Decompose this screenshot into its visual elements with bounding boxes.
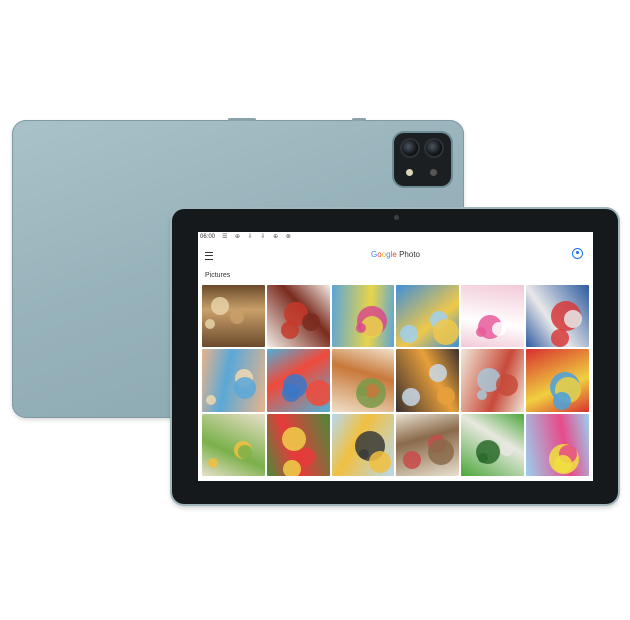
photo-detail (205, 319, 216, 330)
photo-detail (237, 444, 252, 459)
status-bar: 06:00 ☰ ⊕ ⇩ ⇩ ⊕ ⊗ (198, 232, 593, 242)
rear-camera-module (394, 133, 451, 186)
photo-detail (552, 391, 571, 410)
flash-icon (406, 169, 413, 176)
photo-detail (427, 438, 454, 465)
camera-lens-icon (402, 140, 418, 156)
photo-detail (401, 387, 420, 406)
photo-thumbnail[interactable] (396, 413, 460, 476)
photo-detail (296, 447, 315, 466)
photo-thumbnail[interactable] (331, 285, 395, 348)
photo-detail (206, 394, 217, 405)
photo-detail (280, 321, 299, 340)
account-circle-icon[interactable] (572, 248, 583, 259)
photo-thumbnail[interactable] (396, 285, 460, 348)
app-title: Google Photo (198, 250, 593, 259)
front-camera-icon (394, 215, 399, 220)
photo-detail (368, 451, 391, 474)
status-icons: ☰ ⊕ ⇩ ⇩ ⊕ ⊗ (222, 234, 294, 240)
camera-lens-icon (426, 140, 442, 156)
photo-thumbnail[interactable] (461, 349, 525, 412)
photo-thumbnail[interactable] (461, 285, 525, 348)
photo-thumbnail[interactable] (461, 413, 525, 476)
photo-detail (492, 322, 507, 337)
title-suffix: Photo (399, 250, 420, 259)
photo-detail (302, 313, 320, 332)
title-letter: e (392, 250, 397, 259)
screen: 06:00 ☰ ⊕ ⇩ ⇩ ⊕ ⊗ Google Photo Pictures (198, 232, 593, 481)
photo-detail (429, 363, 448, 382)
photo-thumbnail[interactable] (202, 413, 265, 476)
photo-detail (283, 459, 302, 476)
photo-detail (230, 309, 245, 324)
photo-detail (281, 426, 306, 451)
photo-detail (495, 374, 518, 397)
photo-detail (400, 324, 419, 343)
photo-detail (475, 326, 486, 337)
photo-detail (211, 297, 230, 316)
photo-detail (207, 457, 218, 468)
photo-thumbnail[interactable] (331, 349, 395, 412)
photo-grid (202, 285, 589, 476)
photo-thumbnail[interactable] (331, 413, 395, 476)
photo-thumbnail[interactable] (266, 285, 330, 348)
photo-detail (305, 380, 330, 407)
photo-thumbnail[interactable] (266, 349, 330, 412)
flash-icon (430, 169, 437, 176)
photo-thumbnail[interactable] (396, 349, 460, 412)
photo-thumbnail[interactable] (202, 349, 265, 412)
photo-thumbnail[interactable] (526, 285, 589, 348)
photo-detail (553, 454, 572, 473)
photo-detail (436, 386, 455, 405)
photo-detail (234, 377, 257, 400)
power-button (352, 118, 366, 121)
photo-detail (402, 451, 421, 470)
photo-detail (499, 441, 514, 456)
photo-thumbnail[interactable] (526, 413, 589, 476)
photo-thumbnail[interactable] (202, 285, 265, 348)
photo-detail (563, 309, 582, 328)
status-time: 06:00 (200, 234, 216, 240)
photo-detail (477, 389, 488, 400)
photo-detail (364, 383, 379, 398)
photo-detail (551, 328, 570, 347)
photo-thumbnail[interactable] (266, 413, 330, 476)
photo-detail (432, 319, 459, 346)
photo-thumbnail[interactable] (526, 349, 589, 412)
volume-button (228, 118, 256, 121)
photo-detail (281, 384, 300, 403)
photo-detail (358, 449, 369, 460)
section-label: Pictures (205, 272, 231, 279)
